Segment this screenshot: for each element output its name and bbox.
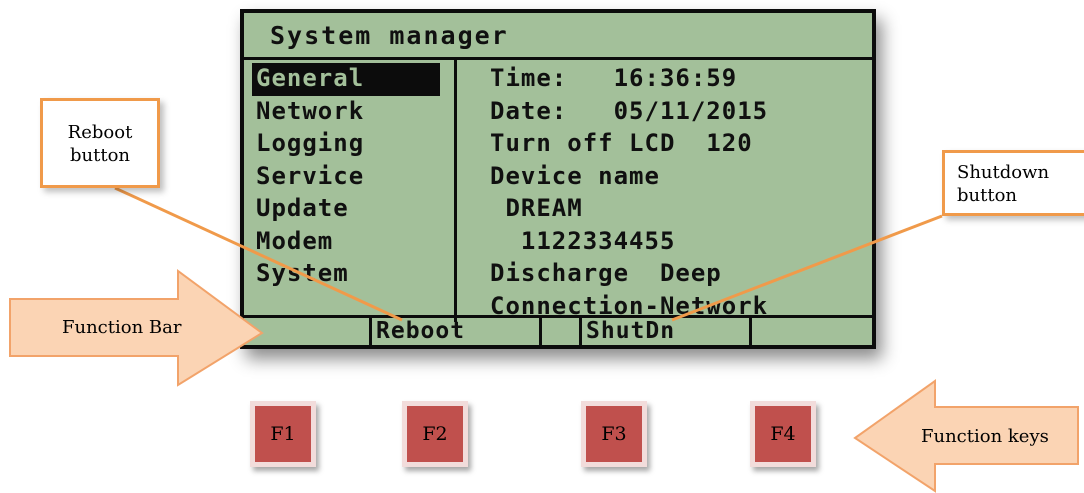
time-value: Time: 16:36:59 [490, 64, 738, 92]
reboot-softkey[interactable]: Reboot [372, 318, 542, 345]
device-name-value: DREAM [490, 194, 583, 222]
menu-item-logging[interactable]: Logging [252, 128, 440, 161]
device-name-label: Device name [490, 161, 660, 190]
function-bar-label: Function Bar [62, 317, 182, 338]
reboot-callout-label: Reboot button [67, 122, 133, 166]
lcd-timeout-value: Turn off LCD 120 [490, 129, 753, 157]
shutdown-softkey[interactable]: ShutDn [582, 318, 752, 345]
shutdown-callout-label: Shutdown button [957, 162, 1050, 206]
f4-key[interactable]: F4 [750, 401, 816, 467]
discharge-value: Discharge Deep [490, 259, 722, 287]
device-id-value: 1122334455 [490, 226, 676, 255]
f3-key[interactable]: F3 [581, 401, 647, 467]
function-slot-f1[interactable] [244, 318, 372, 345]
menu-item-system[interactable]: System [252, 258, 440, 291]
general-info-panel: Time: 16:36:59 Date: 05/11/2015 Turn off… [490, 63, 768, 323]
function-keys-label: Function keys [921, 426, 1049, 447]
lcd-screen: System manager General Network Logging S… [240, 9, 876, 349]
menu-item-modem[interactable]: Modem [252, 226, 440, 259]
menu-item-general[interactable]: General [252, 63, 440, 96]
menu-item-service[interactable]: Service [252, 161, 440, 194]
shutdown-callout: Shutdown button [942, 150, 1084, 216]
date-value: Date: 05/11/2015 [490, 96, 769, 125]
f2-key[interactable]: F2 [402, 401, 468, 467]
column-divider [454, 60, 457, 322]
menu-item-network[interactable]: Network [252, 96, 440, 129]
f1-key[interactable]: F1 [250, 401, 316, 467]
function-slot-empty[interactable] [542, 318, 582, 345]
title-divider [244, 57, 872, 60]
menu-list: General Network Logging Service Update M… [252, 63, 440, 291]
screen-title: System manager [270, 21, 509, 50]
function-bar: Reboot ShutDn [244, 315, 872, 345]
menu-item-update[interactable]: Update [252, 193, 440, 226]
function-slot-f4[interactable] [752, 318, 872, 345]
reboot-callout: Reboot button [40, 98, 160, 188]
